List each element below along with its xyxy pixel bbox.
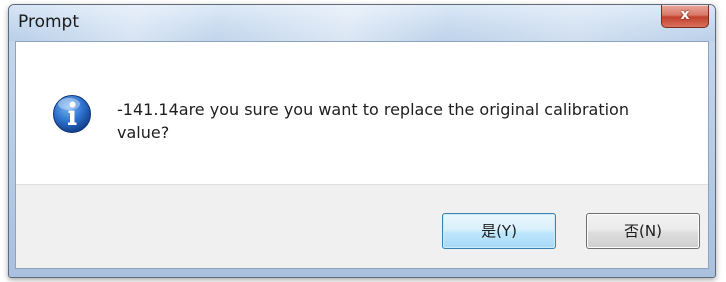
info-icon bbox=[53, 95, 91, 133]
window-title: Prompt bbox=[18, 12, 79, 32]
yes-button[interactable]: 是(Y) bbox=[442, 213, 556, 249]
no-button[interactable]: 否(N) bbox=[586, 213, 700, 249]
button-bar: 是(Y) 否(N) bbox=[16, 184, 708, 268]
message-area: -141.14are you sure you want to replace … bbox=[16, 42, 708, 184]
close-button[interactable]: x bbox=[661, 5, 709, 28]
close-icon: x bbox=[680, 7, 690, 23]
dialog-client-area: -141.14are you sure you want to replace … bbox=[15, 41, 709, 269]
title-bar[interactable]: Prompt x bbox=[9, 5, 715, 41]
prompt-dialog: Prompt x -141.14are you sure you want to… bbox=[8, 4, 716, 278]
dialog-message: -141.14are you sure you want to replace … bbox=[117, 100, 629, 142]
